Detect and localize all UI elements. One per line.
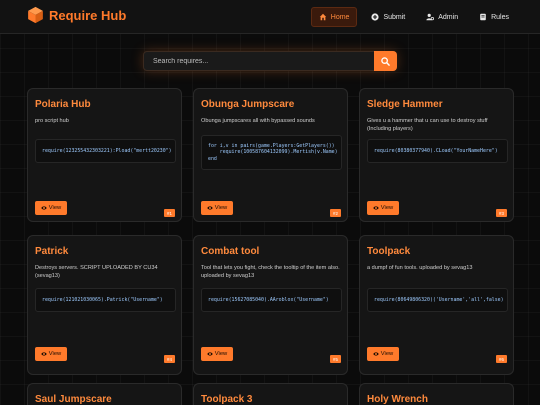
view-button-label: View: [48, 205, 62, 211]
card-description: Gives u a hammer that u can use to destr…: [367, 118, 488, 132]
navbar: Require Hub Home Submit Admin Rules: [0, 0, 540, 34]
home-icon: [319, 13, 326, 21]
code-text: require(15627085040).AAroblox("Username"…: [208, 296, 329, 303]
nav-submit[interactable]: Submit: [364, 7, 412, 27]
view-button[interactable]: View: [367, 201, 399, 215]
card-title: Holy Wrench: [367, 394, 428, 405]
require-card: Obunga Jumpscare Obunga jumpscares all w…: [193, 88, 348, 222]
card-title: Obunga Jumpscare: [201, 99, 295, 110]
eye-icon: [207, 206, 213, 210]
card-number-badge: #3: [496, 209, 507, 217]
brand-name: Require Hub: [49, 7, 127, 23]
card-title: Sledge Hammer: [367, 99, 443, 110]
nav-admin-label: Admin: [438, 13, 459, 21]
view-button-label: View: [214, 205, 228, 211]
card-description: Tool that lets you fight, check the tool…: [201, 265, 340, 279]
plus-circle-icon: [371, 13, 380, 21]
require-card: Saul Jumpscare: [27, 383, 182, 405]
code-text: require(123255432303221):Pload("mertt202…: [42, 147, 172, 154]
require-card: Holy Wrench: [359, 383, 514, 405]
search-input[interactable]: [144, 52, 374, 70]
card-number-badge: #2: [330, 209, 341, 217]
search-icon: [381, 56, 390, 66]
search-button[interactable]: [374, 51, 397, 71]
code-text: require(80380377940).CLoad("YourNameHere…: [374, 147, 498, 154]
card-title: Toolpack: [367, 246, 411, 257]
require-card: Polaria Hub pro script hub require(12325…: [27, 88, 182, 222]
card-number-badge: #4: [164, 355, 175, 363]
eye-icon: [41, 352, 47, 356]
nav-submit-label: Submit: [383, 13, 406, 21]
view-button[interactable]: View: [35, 201, 67, 215]
card-description: a dumpf of fun tools. uploaded by sevag1…: [367, 265, 473, 271]
user-cog-icon: [426, 13, 435, 21]
eye-icon: [373, 352, 379, 356]
brand[interactable]: Require Hub: [27, 6, 126, 24]
book-icon: [480, 13, 486, 21]
code-text: require(121021030065).Patrick("Username"…: [42, 296, 163, 303]
require-card: Toolpack 3: [193, 383, 348, 405]
code-block[interactable]: require(123255432303221):Pload("mertt202…: [35, 139, 176, 163]
view-button-label: View: [214, 351, 228, 357]
card-title: Saul Jumpscare: [35, 394, 112, 405]
card-description: Destroys servers. SCRIPT UPLOADED BY CU3…: [35, 265, 158, 279]
nav-rules-label: Rules: [491, 13, 509, 21]
code-text: require(80649806320)('Username','all',fa…: [374, 296, 504, 303]
code-block[interactable]: require(80649806320)('Username','all',fa…: [367, 288, 508, 312]
code-block[interactable]: require(80380377940).CLoad("YourNameHere…: [367, 139, 508, 163]
card-description: Obunga jumpscares all with bypassed soun…: [201, 118, 315, 124]
require-card: Toolpack a dumpf of fun tools. uploaded …: [359, 235, 514, 375]
view-button[interactable]: View: [201, 201, 233, 215]
view-button-label: View: [380, 351, 394, 357]
nav-admin[interactable]: Admin: [419, 7, 465, 27]
nav-links: Home Submit Admin Rules: [304, 7, 516, 27]
view-button[interactable]: View: [367, 347, 399, 361]
card-title: Combat tool: [201, 246, 260, 257]
require-card: Sledge Hammer Gives u a hammer that u ca…: [359, 88, 514, 222]
nav-rules[interactable]: Rules: [472, 7, 516, 27]
view-button[interactable]: View: [201, 347, 233, 361]
card-description: pro script hub: [35, 118, 69, 124]
view-button-label: View: [380, 205, 394, 211]
code-block[interactable]: require(121021030065).Patrick("Username"…: [35, 288, 176, 312]
code-block[interactable]: require(15627085040).AAroblox("Username"…: [201, 288, 342, 312]
view-button-label: View: [48, 351, 62, 357]
card-number-badge: #1: [164, 209, 175, 217]
code-text: for i,v in pairs(game.Players:GetPlayers…: [208, 142, 338, 162]
eye-icon: [41, 206, 47, 210]
card-number-badge: #6: [496, 355, 507, 363]
eye-icon: [373, 206, 379, 210]
require-card: Patrick Destroys servers. SCRIPT UPLOADE…: [27, 235, 182, 375]
cube-logo-icon: [28, 6, 43, 24]
card-title: Polaria Hub: [35, 99, 91, 110]
eye-icon: [207, 352, 213, 356]
card-title: Toolpack 3: [201, 394, 253, 405]
require-card: Combat tool Tool that lets you fight, ch…: [193, 235, 348, 375]
search-bar: [143, 51, 397, 71]
card-title: Patrick: [35, 246, 69, 257]
code-block[interactable]: for i,v in pairs(game.Players:GetPlayers…: [201, 135, 342, 170]
card-number-badge: #5: [330, 355, 341, 363]
nav-home[interactable]: Home: [310, 7, 358, 27]
nav-home-label: Home: [330, 13, 350, 21]
view-button[interactable]: View: [35, 347, 67, 361]
